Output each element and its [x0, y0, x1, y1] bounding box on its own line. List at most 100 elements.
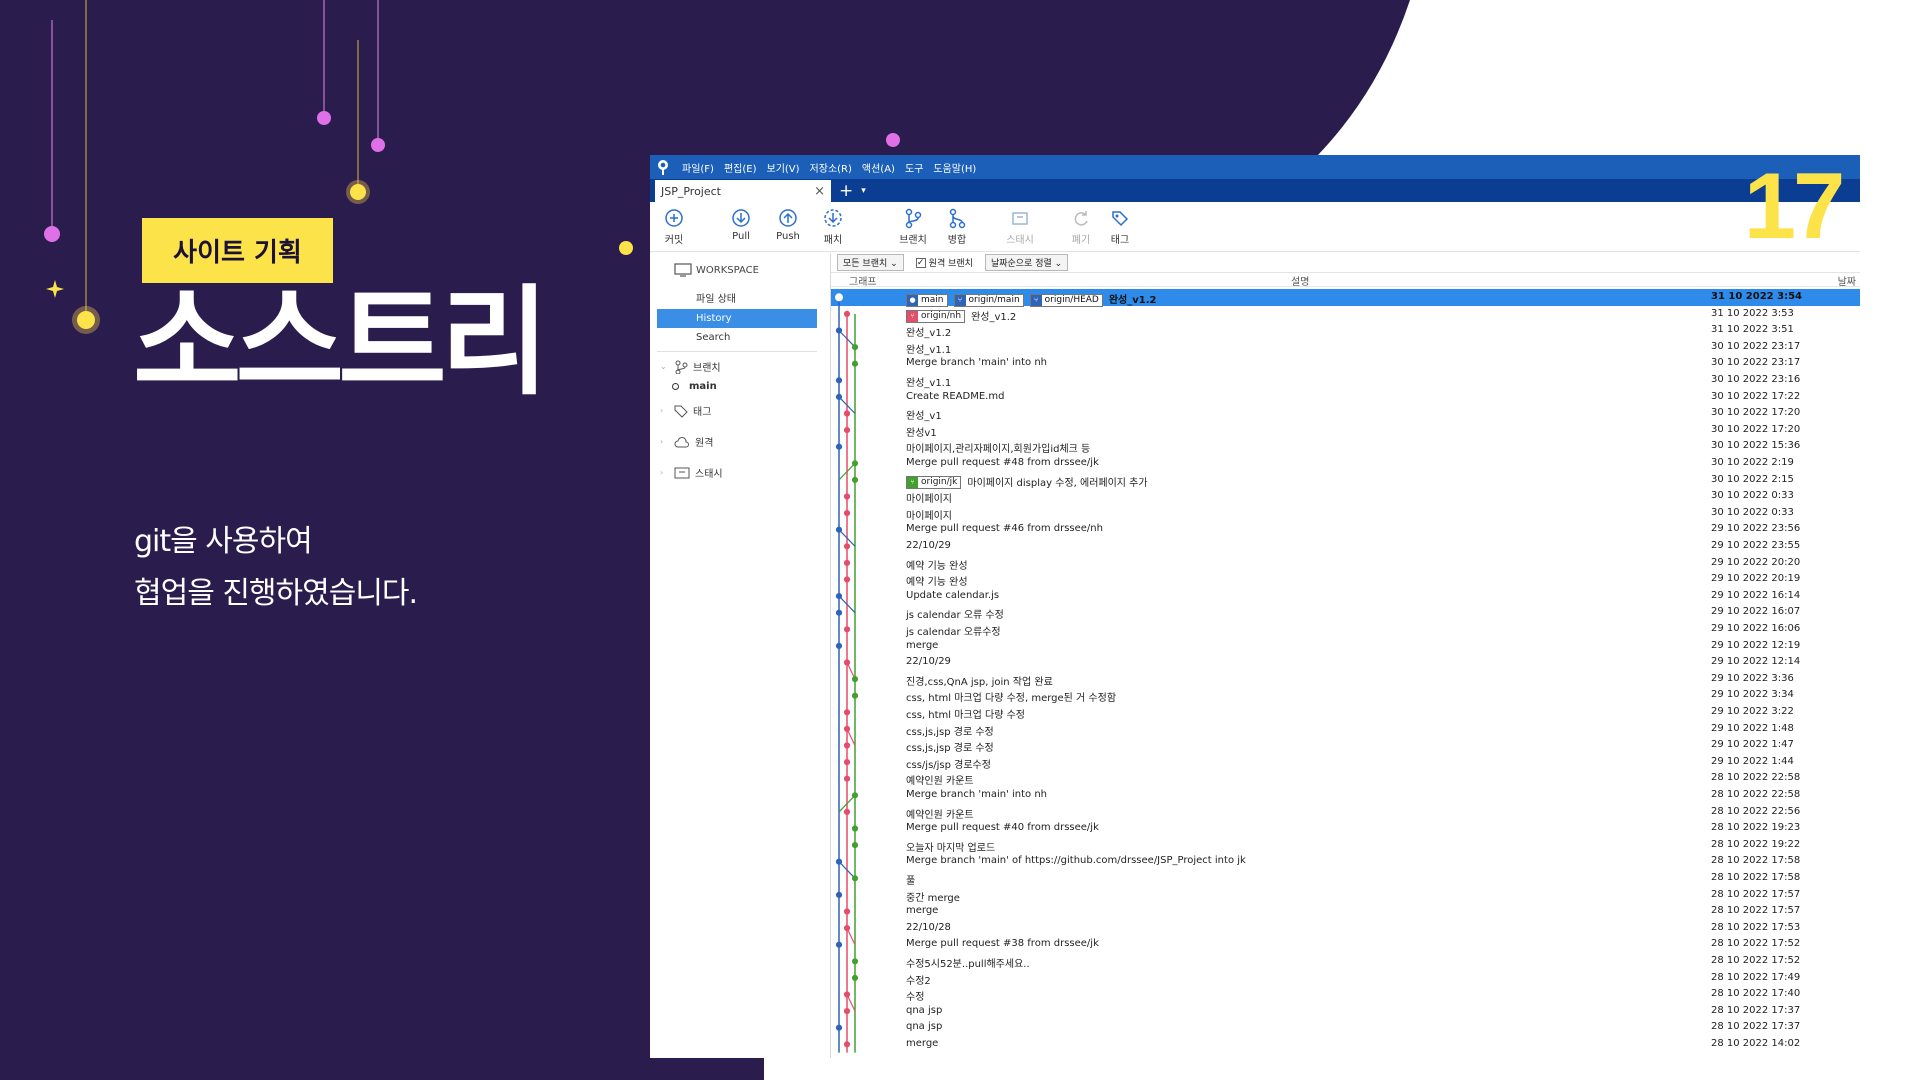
commit-node[interactable] — [843, 576, 851, 583]
commit-row[interactable]: 오늘자 마지막 업로드 28 10 2022 19:22 — [831, 837, 1860, 854]
commit-row[interactable]: css, html 마크업 다량 수정, merge된 거 수정함 29 10 2… — [831, 687, 1860, 704]
menu-view[interactable]: 보기(V) — [767, 160, 800, 175]
commit-row[interactable]: 마이페이지,관리자페이지,회원가입id체크 등 30 10 2022 15:36 — [831, 438, 1860, 455]
commit-node[interactable] — [843, 742, 851, 749]
commit-node[interactable] — [851, 460, 859, 467]
commit-row[interactable]: css, html 마크업 다량 수정 29 10 2022 3:22 — [831, 704, 1860, 721]
pull-button[interactable]: Pull — [721, 207, 761, 242]
menu-help[interactable]: 도움말(H) — [933, 160, 976, 175]
commit-node[interactable] — [843, 543, 851, 550]
commit-row[interactable]: 중간 merge 28 10 2022 17:57 — [831, 887, 1860, 904]
commit-row[interactable]: 완성_v1.1 30 10 2022 23:16 — [831, 372, 1860, 389]
commit-row[interactable]: Merge branch 'main' of https://github.co… — [831, 853, 1860, 870]
commit-button[interactable]: 커밋 — [654, 207, 694, 246]
commit-row[interactable]: 수정 28 10 2022 17:40 — [831, 986, 1860, 1003]
push-button[interactable]: Push — [768, 207, 808, 242]
stash-button[interactable]: 스태시 — [1000, 207, 1040, 246]
commit-row[interactable]: js calendar 오류 수정 29 10 2022 16:07 — [831, 604, 1860, 621]
commit-row[interactable]: ⑂ origin/nh 완성_v1.2 31 10 2022 3:53 — [831, 306, 1860, 324]
commit-node[interactable] — [843, 925, 851, 932]
branch-ref-label[interactable]: ● main — [906, 293, 948, 307]
commit-row[interactable]: 예약 기능 완성 29 10 2022 20:19 — [831, 571, 1860, 588]
merge-button[interactable]: 병합 — [937, 207, 977, 246]
commit-node[interactable] — [851, 676, 859, 683]
remote-branches-checkbox[interactable]: ✓ 원격 브랜치 — [915, 256, 973, 269]
menu-edit[interactable]: 편집(E) — [724, 160, 757, 175]
close-icon[interactable]: × — [814, 184, 825, 199]
menu-repository[interactable]: 저장소(R) — [810, 160, 852, 175]
commit-node[interactable] — [851, 974, 859, 982]
discard-button[interactable]: 폐기 — [1061, 207, 1101, 246]
commit-node[interactable] — [851, 692, 859, 699]
commit-row[interactable]: merge 28 10 2022 14:02 — [831, 1036, 1860, 1053]
commit-node[interactable] — [835, 858, 843, 865]
commit-node[interactable] — [843, 510, 851, 517]
commit-row[interactable]: 완성_v1.1 30 10 2022 23:17 — [831, 339, 1860, 356]
branch-ref-label[interactable]: ⑂ origin/main — [953, 293, 1024, 307]
commit-node[interactable] — [835, 443, 843, 450]
commit-row[interactable]: Merge pull request #48 from drssee/jk 30 … — [831, 455, 1860, 472]
commit-row[interactable]: Merge pull request #38 from drssee/jk 28 … — [831, 936, 1860, 953]
commit-row[interactable]: css/js/jsp 경로수정 29 10 2022 1:44 — [831, 754, 1860, 771]
sidebar-section-remotes[interactable]: › 원격 — [660, 434, 713, 449]
commit-node[interactable] — [843, 659, 851, 666]
commit-node[interactable] — [843, 808, 851, 816]
commit-row[interactable]: 완성_v1 30 10 2022 17:20 — [831, 405, 1860, 422]
commit-node[interactable] — [835, 941, 843, 948]
sidebar-item-search[interactable]: Search — [696, 332, 730, 343]
commit-node[interactable] — [835, 1024, 843, 1031]
commit-row[interactable]: 예약 기능 완성 29 10 2022 20:20 — [831, 555, 1860, 572]
commit-row[interactable]: 수정2 28 10 2022 17:49 — [831, 970, 1860, 987]
commit-row[interactable]: 마이페이지 30 10 2022 0:33 — [831, 488, 1860, 505]
commit-node[interactable] — [843, 759, 851, 766]
commit-row[interactable]: 완성v1 30 10 2022 17:20 — [831, 422, 1860, 439]
column-graph[interactable]: 그래프 — [849, 273, 877, 288]
commit-node[interactable] — [835, 393, 843, 401]
commit-node[interactable] — [843, 1008, 851, 1015]
commit-row[interactable]: merge 28 10 2022 17:57 — [831, 903, 1860, 920]
commit-node[interactable] — [851, 792, 859, 799]
commit-row[interactable]: css,js,jsp 경로 수정 29 10 2022 1:47 — [831, 737, 1860, 754]
commit-node[interactable] — [843, 493, 851, 500]
menu-actions[interactable]: 액션(A) — [862, 160, 895, 175]
commit-row[interactable]: merge 29 10 2022 12:19 — [831, 638, 1860, 655]
commit-row[interactable]: 수정5시52분..pull해주세요.. 28 10 2022 17:52 — [831, 953, 1860, 970]
commit-row[interactable]: Merge pull request #40 from drssee/jk 28 … — [831, 820, 1860, 837]
commit-row[interactable]: ● main ⑂ origin/main ⑂ origin/HEAD 완성_v1.2 31 1… — [831, 289, 1860, 307]
commit-row[interactable]: Create README.md 30 10 2022 17:22 — [831, 389, 1860, 406]
branch-ref-label[interactable]: ⑂ origin/nh — [906, 310, 966, 324]
sidebar-item-history[interactable]: History — [657, 309, 817, 328]
commit-node[interactable] — [835, 609, 843, 616]
commit-node[interactable] — [851, 476, 859, 483]
sort-dropdown[interactable]: 날짜순으로 정렬 ⌄ — [984, 254, 1069, 271]
tag-button[interactable]: 태그 — [1100, 207, 1140, 246]
sidebar-section-tags[interactable]: › 태그 — [660, 403, 711, 418]
commit-row[interactable]: qna jsp 28 10 2022 17:37 — [831, 1003, 1860, 1020]
commit-node[interactable] — [843, 626, 851, 633]
branch-ref-label[interactable]: ⑂ origin/HEAD — [1029, 293, 1103, 307]
commit-row[interactable]: 완성_v1.2 31 10 2022 3:51 — [831, 322, 1860, 339]
commit-node[interactable] — [835, 891, 843, 899]
commit-node[interactable] — [851, 875, 859, 882]
sidebar-section-branches[interactable]: ⌄ 브랜치 — [660, 359, 721, 374]
commit-node[interactable] — [843, 427, 851, 434]
fetch-button[interactable]: 패치 — [813, 207, 853, 246]
commit-node[interactable] — [843, 1041, 851, 1048]
commit-row[interactable]: css,js,jsp 경로 수정 29 10 2022 1:48 — [831, 721, 1860, 738]
commit-node[interactable] — [835, 327, 843, 334]
new-tab-button[interactable]: + — [839, 180, 853, 202]
sidebar-section-stashes[interactable]: › 스태시 — [660, 465, 723, 480]
sidebar-item-file-status[interactable]: 파일 상태 — [696, 290, 736, 305]
commit-node[interactable] — [835, 526, 843, 533]
column-description[interactable]: 설명 — [1291, 273, 1309, 288]
commit-row[interactable]: Merge pull request #46 from drssee/nh 29 … — [831, 521, 1860, 538]
commit-node[interactable] — [835, 593, 843, 600]
commit-row[interactable]: 22/10/29 29 10 2022 12:14 — [831, 654, 1860, 671]
tab-dropdown-icon[interactable]: ▾ — [861, 180, 866, 202]
column-date[interactable]: 날짜 — [1838, 273, 1856, 288]
commit-node[interactable] — [851, 360, 859, 367]
commit-node[interactable] — [851, 344, 859, 351]
commit-node[interactable] — [835, 293, 843, 302]
commit-node[interactable] — [835, 377, 843, 384]
repo-tab[interactable]: JSP_Project × — [655, 180, 831, 202]
